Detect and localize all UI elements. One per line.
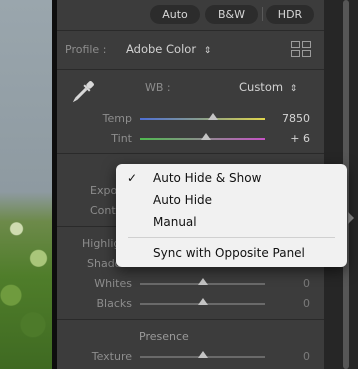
wb-label: WB :	[145, 81, 171, 94]
menu-separator	[128, 237, 335, 238]
wb-value: Custom	[239, 80, 284, 94]
auto-button[interactable]: Auto	[150, 5, 200, 24]
tint-label: Tint	[111, 132, 132, 145]
temp-label: Temp	[102, 112, 132, 125]
chevron-updown-icon: ⇕	[203, 46, 212, 56]
blacks-label: Blacks	[96, 297, 133, 310]
section-divider	[57, 153, 324, 154]
profile-grid-icon[interactable]	[291, 41, 311, 57]
profile-select[interactable]: Adobe Color ⇕	[126, 42, 211, 56]
temp-slider-thumb[interactable]	[208, 113, 218, 120]
profile-value: Adobe Color	[126, 42, 197, 56]
profile-label: Profile :	[65, 43, 107, 56]
button-separator	[262, 7, 263, 21]
blacks-slider-thumb[interactable]	[198, 298, 208, 305]
menu-item-auto-hide-show[interactable]: Auto Hide & Show	[153, 171, 261, 185]
temp-value[interactable]: 7850	[270, 112, 310, 125]
eyedropper-icon[interactable]	[65, 76, 99, 110]
tint-value[interactable]: + 6	[270, 132, 310, 145]
hdr-button[interactable]: HDR	[266, 5, 314, 24]
menu-item-sync-opposite-panel[interactable]: Sync with Opposite Panel	[153, 246, 305, 260]
wb-select[interactable]: Custom ⇕	[239, 80, 297, 94]
panel-expand-icon[interactable]	[348, 212, 354, 224]
texture-slider-thumb[interactable]	[198, 351, 208, 358]
texture-value[interactable]: 0	[270, 350, 310, 363]
chevron-updown-icon: ⇕	[289, 84, 298, 94]
menu-item-auto-hide[interactable]: Auto Hide	[153, 193, 212, 207]
temp-slider-track[interactable]	[140, 118, 265, 120]
panel-context-menu: ✓ Auto Hide & Show Auto Hide Manual Sync…	[116, 164, 347, 267]
menu-item-manual[interactable]: Manual	[153, 215, 197, 229]
checkmark-icon: ✓	[127, 171, 138, 185]
tint-slider-thumb[interactable]	[201, 133, 211, 140]
bw-button[interactable]: B&W	[205, 5, 258, 24]
presence-title: Presence	[139, 330, 189, 343]
whites-value[interactable]: 0	[270, 277, 310, 290]
texture-label: Texture	[91, 350, 132, 363]
section-divider	[57, 319, 324, 320]
whites-slider-thumb[interactable]	[198, 278, 208, 285]
section-divider	[57, 30, 324, 31]
photo-preview	[0, 0, 55, 369]
section-divider	[57, 69, 324, 70]
highlights-label: Highlig	[82, 237, 121, 250]
blacks-value[interactable]: 0	[270, 297, 310, 310]
whites-label: Whites	[94, 277, 132, 290]
